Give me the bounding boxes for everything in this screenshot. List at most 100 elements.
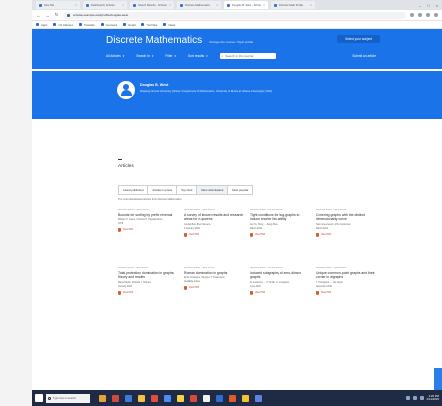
address-bar[interactable]: scholar.example.edu/profile/douglas-west [63, 11, 406, 19]
journal-search-input[interactable]: ⌕ Search in this journal [219, 53, 276, 59]
view-pdf-link[interactable]: View PDF [118, 228, 178, 233]
article-title[interactable]: Total protection domination in graphs: t… [118, 271, 178, 280]
view-pdf-link[interactable]: View PDF [250, 290, 310, 295]
bookmark-item[interactable]: News [163, 23, 175, 27]
volume-icon[interactable] [412, 396, 417, 400]
tab-top-cited[interactable]: Top cited [177, 186, 198, 194]
article-card[interactable]: Research article · Full text access Indu… [250, 267, 310, 295]
maximize-icon[interactable]: □ [427, 3, 429, 8]
article-title[interactable]: Unique common-point graphs and their cor… [316, 271, 376, 280]
view-pdf-link[interactable]: View PDF [118, 290, 178, 295]
edge-icon[interactable] [125, 394, 132, 402]
pdf-icon [250, 290, 253, 295]
view-pdf-link[interactable]: View PDF [316, 232, 376, 237]
tab-favicon-icon [274, 3, 277, 7]
minimize-icon[interactable]: – [419, 3, 421, 8]
close-icon[interactable]: × [263, 3, 265, 7]
view-pdf-link[interactable]: View PDF [184, 232, 244, 237]
filter-dropdown[interactable]: All Articles ▾ [106, 54, 124, 58]
bookmark-item[interactable]: Coursera [100, 23, 117, 27]
network-icon[interactable] [405, 396, 410, 400]
article-title[interactable]: Roman domination in graphs [184, 271, 244, 275]
browser-tab[interactable]: New Tab × [36, 1, 80, 9]
forward-icon[interactable]: → [45, 13, 50, 18]
article-card[interactable]: Research article · Open access Roman dom… [184, 267, 244, 291]
view-pdf-link[interactable]: View PDF [184, 286, 244, 291]
bookmark-item[interactable]: YouTube [141, 23, 157, 27]
app-icon[interactable] [151, 394, 158, 402]
article-authors: Ernie Cockayne, Stephen T. Hedetniemi [184, 277, 225, 280]
close-icon[interactable]: × [75, 3, 77, 7]
close-icon[interactable]: × [122, 3, 124, 7]
filter-dropdown[interactable]: Sort results ▾ [188, 54, 208, 58]
article-authors: Jordan Bell, Brett Stevens [184, 223, 211, 226]
back-icon[interactable]: ← [36, 13, 41, 18]
reload-icon[interactable]: ↻ [54, 12, 59, 18]
chrome-icon[interactable] [112, 394, 119, 402]
bookmark-item[interactable]: Tutorials [79, 23, 95, 27]
filter-dropdown[interactable]: Filter ▾ [165, 54, 176, 58]
word-icon[interactable] [216, 394, 223, 402]
article-title[interactable]: Bounds for sorting by prefix reversal [118, 213, 178, 217]
tab-label: Search Results - Scholar [138, 3, 167, 7]
article-card[interactable]: Research article · Open access Covering … [316, 209, 376, 237]
article-title[interactable]: Tight conditions for tug-graphs to induc… [250, 213, 310, 222]
profile-icon[interactable] [426, 13, 430, 17]
close-icon[interactable]: × [169, 3, 171, 7]
article-title[interactable]: Covering graphs with the distinct dimens… [316, 213, 376, 222]
menu-icon[interactable] [434, 13, 438, 17]
close-icon[interactable]: × [310, 3, 312, 7]
powerpoint-icon[interactable] [229, 394, 236, 402]
article-date: January 2023 [118, 285, 132, 288]
article-title[interactable]: A survey of known results and research a… [184, 213, 244, 222]
browser-tab[interactable]: Search Results - Scholar × [130, 1, 174, 9]
view-pdf-link[interactable]: View PDF [316, 290, 376, 295]
article-date: Available online [184, 281, 201, 284]
app-icon[interactable] [190, 394, 197, 402]
browser-tab-active[interactable]: Douglas B. West - Scholar × [224, 1, 268, 9]
view-pdf-link[interactable]: View PDF [250, 232, 310, 237]
site-title[interactable]: Discrete Mathematics [106, 35, 202, 46]
taskbar-clock[interactable]: 4:26 PM 2/14/2023 [427, 394, 439, 401]
tab-most-downloaded[interactable]: Most downloaded [197, 186, 229, 194]
extension-icon[interactable] [418, 13, 422, 17]
tab-articles-in-press[interactable]: Articles in press [148, 186, 178, 194]
close-icon[interactable]: × [216, 3, 218, 7]
select-subject-button[interactable]: Select your subject [337, 35, 380, 43]
app-icon[interactable] [177, 394, 184, 402]
windows-start-icon[interactable] [35, 394, 43, 402]
chevron-down-icon: ▾ [151, 54, 154, 58]
side-feedback-tab[interactable] [434, 368, 442, 390]
article-card[interactable]: Research article · Open access A survey … [184, 209, 244, 237]
folder-icon[interactable] [138, 394, 145, 402]
tab-most-popular[interactable]: Most popular [228, 186, 252, 194]
tab-favicon-icon [227, 3, 230, 7]
pdf-icon [184, 232, 187, 237]
tab-label: Discrete Mathematics [185, 3, 210, 7]
tab-favicon-icon [39, 3, 42, 7]
file-explorer-icon[interactable] [99, 394, 106, 402]
article-card[interactable]: Research article · Open access Unique co… [316, 267, 376, 295]
site-subtitle[interactable]: Change the course / Topic profile [209, 40, 253, 44]
article-card[interactable]: Research article · Open access Bounds fo… [118, 209, 178, 233]
submit-article-link[interactable]: Submit an article [352, 54, 376, 58]
bookmark-item[interactable]: Gmail [123, 23, 135, 27]
article-card[interactable]: Research article · Open access Total pro… [118, 267, 178, 295]
browser-tab[interactable]: Dashboard | Scholar × [83, 1, 127, 9]
app-icon[interactable] [203, 394, 210, 402]
battery-icon[interactable] [419, 396, 424, 400]
bookmark-item[interactable]: CS Classes [53, 23, 73, 27]
app-icon[interactable] [242, 394, 249, 402]
app-icon[interactable] [164, 394, 171, 402]
star-icon[interactable] [410, 13, 414, 17]
taskbar-search-input[interactable]: Type here to search [46, 393, 90, 403]
app-icon[interactable] [255, 394, 262, 402]
close-window-icon[interactable]: × [436, 3, 438, 8]
browser-tab[interactable]: Discrete Math Profile × [271, 1, 315, 9]
filter-dropdown[interactable]: Search In ▾ [136, 54, 153, 58]
article-title[interactable]: Induced subgraphs of zero-divisor graphs [250, 271, 310, 280]
article-card[interactable]: Research article · Full text access Tigh… [250, 209, 310, 237]
tab-latest-published[interactable]: Latest published [119, 186, 149, 194]
bookmark-item[interactable]: Apps [36, 23, 47, 27]
browser-tab[interactable]: Discrete Mathematics × [177, 1, 221, 9]
